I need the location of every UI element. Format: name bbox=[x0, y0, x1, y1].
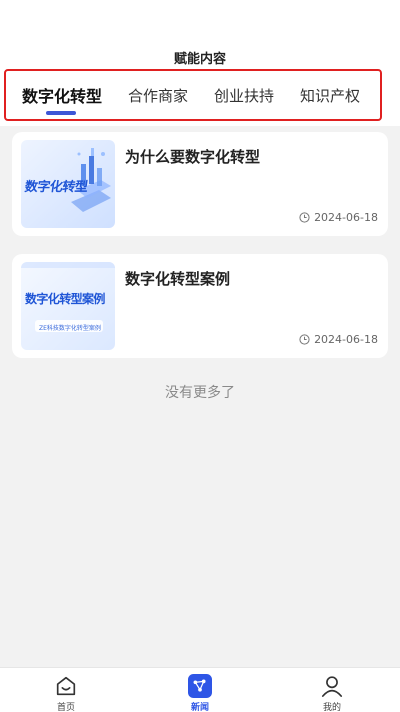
article-date: 2024-06-18 bbox=[299, 333, 378, 346]
clock-icon bbox=[299, 212, 310, 223]
tab-label: 合作商家 bbox=[128, 86, 189, 105]
tab-partner-merchants[interactable]: 合作商家 bbox=[128, 71, 188, 119]
thumbnail-text: 数字化转型 bbox=[23, 180, 89, 195]
tab-startup-support[interactable]: 创业扶持 bbox=[214, 71, 274, 119]
tabbar-item-news[interactable]: 新闻 bbox=[160, 668, 240, 712]
category-tabs: 数字化转型 合作商家 创业扶持 知识产权 生态 bbox=[6, 71, 380, 119]
profile-icon bbox=[321, 676, 343, 697]
tab-label: 数字化转型 bbox=[22, 87, 103, 106]
article-title: 为什么要数字化转型 bbox=[125, 148, 261, 166]
article-thumbnail: 数字化转型案例 ZE科技数字化转型案例 bbox=[21, 262, 115, 350]
article-date: 2024-06-18 bbox=[299, 211, 378, 224]
page-title: 赋能内容 bbox=[173, 52, 226, 67]
tab-label: 知识产权 bbox=[300, 86, 361, 105]
bottom-tab-bar: 首页 新闻 我的 bbox=[0, 667, 400, 712]
list-end-message: 没有更多了 bbox=[165, 385, 235, 401]
thumbnail-subtext: ZE科技数字化转型案例 bbox=[39, 325, 101, 332]
home-icon bbox=[56, 676, 76, 696]
article-card[interactable]: 数字化转型 为什么要数字化转型 2024-06-18 bbox=[12, 132, 388, 236]
tabbar-label: 新闻 bbox=[190, 703, 209, 712]
article-date-text: 2024-06-18 bbox=[314, 333, 378, 346]
active-tab-indicator bbox=[46, 111, 76, 115]
article-thumbnail: 数字化转型 bbox=[21, 140, 115, 228]
category-tabs-highlight: 数字化转型 合作商家 创业扶持 知识产权 生态 bbox=[4, 69, 382, 121]
tabbar-label: 首页 bbox=[56, 703, 75, 712]
tabbar-item-home[interactable]: 首页 bbox=[26, 668, 106, 712]
tabbar-label: 我的 bbox=[322, 703, 341, 712]
tab-intellectual-property[interactable]: 知识产权 bbox=[300, 71, 360, 119]
article-date-text: 2024-06-18 bbox=[314, 211, 378, 224]
article-title: 数字化转型案例 bbox=[125, 270, 231, 288]
news-icon bbox=[188, 674, 212, 698]
header-area: 赋能内容 数字化转型 合作商家 创业扶持 知识产权 生态 bbox=[0, 0, 400, 126]
article-card[interactable]: 数字化转型案例 ZE科技数字化转型案例 数字化转型案例 2024-06-18 bbox=[12, 254, 388, 358]
tab-digital-transformation[interactable]: 数字化转型 bbox=[22, 71, 102, 119]
thumbnail-text: 数字化转型案例 bbox=[25, 292, 105, 306]
clock-icon bbox=[299, 334, 310, 345]
tabbar-item-profile[interactable]: 我的 bbox=[292, 668, 372, 712]
tab-label: 创业扶持 bbox=[214, 86, 275, 105]
app-screen: 赋能内容 数字化转型 合作商家 创业扶持 知识产权 生态 bbox=[0, 0, 400, 712]
